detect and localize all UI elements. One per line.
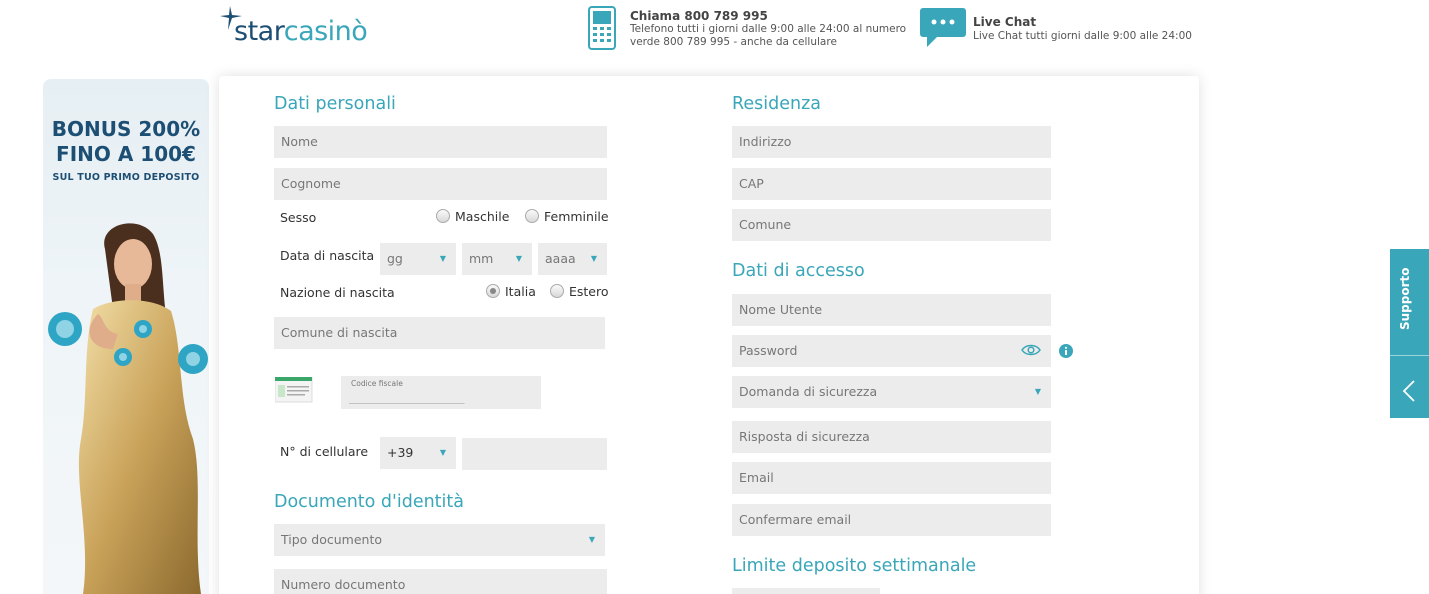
- mobile-phone-icon: [588, 6, 616, 50]
- banner-subtitle: SUL TUO PRIMO DEPOSITO: [52, 172, 200, 183]
- birth-country-abroad-radio[interactable]: [550, 284, 564, 298]
- phone-prefix-select[interactable]: +39 ▼: [380, 437, 456, 469]
- first-name-input[interactable]: Nome: [274, 126, 607, 158]
- document-type-placeholder: Tipo documento: [281, 532, 382, 547]
- birth-day-value: gg: [387, 251, 403, 266]
- birth-city-input[interactable]: Comune di nascita: [274, 317, 605, 349]
- section-title-document: Documento d'identità: [274, 492, 464, 512]
- email-placeholder: Email: [739, 470, 774, 485]
- birth-country-label: Nazione di nascita: [280, 285, 395, 300]
- section-title-personal: Dati personali: [274, 94, 396, 114]
- tax-code-input[interactable]: Codice fiscale ________________: [341, 376, 541, 409]
- tax-code-card-icon: [275, 377, 313, 403]
- birth-country-italy-label[interactable]: Italia: [505, 284, 536, 299]
- username-input[interactable]: Nome Utente: [732, 294, 1051, 326]
- birth-month-value: mm: [469, 251, 494, 266]
- section-title-access: Dati di accesso: [732, 261, 865, 281]
- document-number-input[interactable]: Numero documento: [274, 569, 607, 594]
- password-placeholder: Password: [739, 343, 798, 358]
- mobile-label: N° di cellulare: [280, 444, 369, 459]
- document-number-placeholder: Numero documento: [281, 577, 406, 592]
- address-input[interactable]: Indirizzo: [732, 126, 1051, 158]
- first-name-placeholder: Nome: [281, 134, 318, 149]
- casino-chip-icon: [48, 312, 82, 346]
- info-icon[interactable]: [1059, 344, 1073, 358]
- postal-code-placeholder: CAP: [739, 176, 764, 191]
- security-question-placeholder: Domanda di sicurezza: [739, 384, 878, 399]
- dropdown-arrow-icon: ▼: [515, 254, 522, 263]
- section-title-residence: Residenza: [732, 94, 821, 114]
- dropdown-arrow-icon: ▼: [439, 448, 446, 457]
- birth-day-select[interactable]: gg ▼: [380, 243, 456, 275]
- deposit-limit-input[interactable]: [732, 588, 880, 594]
- chat-bubble-icon: [920, 8, 966, 47]
- postal-code-input[interactable]: CAP: [732, 168, 1051, 200]
- gender-male-radio[interactable]: [436, 209, 450, 223]
- live-chat-contact[interactable]: Live Chat Live Chat tutti giorni dalle 9…: [919, 6, 1199, 50]
- dropdown-arrow-icon: ▼: [590, 254, 597, 263]
- security-question-select[interactable]: Domanda di sicurezza ▼: [732, 376, 1051, 408]
- support-label: Supporto: [1398, 267, 1412, 330]
- phone-title: Chiama 800 789 995: [630, 9, 768, 23]
- phone-description: Telefono tutti i giorni dalle 9:00 alle …: [630, 23, 907, 48]
- gender-male-label[interactable]: Maschile: [455, 209, 509, 224]
- logo-text: starcasinò: [234, 16, 368, 47]
- username-placeholder: Nome Utente: [739, 302, 823, 317]
- security-answer-placeholder: Risposta di sicurezza: [739, 429, 870, 444]
- birth-year-value: aaaa: [545, 251, 576, 266]
- phone-prefix-value: +39: [387, 445, 414, 460]
- gender-label: Sesso: [280, 210, 317, 225]
- banner-title-line2: FINO A 100€: [56, 142, 196, 166]
- birth-month-select[interactable]: mm ▼: [462, 243, 532, 275]
- birthdate-label: Data di nascita: [280, 248, 375, 263]
- tax-code-placeholder: ________________: [349, 390, 465, 404]
- birth-country-italy-radio[interactable]: [486, 284, 500, 298]
- show-password-eye-icon[interactable]: [1021, 343, 1041, 357]
- chat-title: Live Chat: [973, 15, 1037, 29]
- support-divider: [1390, 355, 1429, 356]
- dropdown-arrow-icon: ▼: [439, 254, 446, 263]
- gender-female-label[interactable]: Femminile: [544, 209, 609, 224]
- confirm-email-placeholder: Confermare email: [739, 512, 852, 527]
- chevron-left-icon[interactable]: [1402, 379, 1416, 403]
- dropdown-arrow-icon: ▼: [1034, 387, 1041, 396]
- document-type-select[interactable]: Tipo documento ▼: [274, 524, 605, 556]
- security-answer-input[interactable]: Risposta di sicurezza: [732, 421, 1051, 453]
- confirm-email-input[interactable]: Confermare email: [732, 504, 1051, 536]
- last-name-placeholder: Cognome: [281, 176, 341, 191]
- bonus-banner[interactable]: BONUS 200% FINO A 100€ SUL TUO PRIMO DEP…: [43, 79, 209, 594]
- email-input[interactable]: Email: [732, 462, 1051, 494]
- support-side-tab[interactable]: Supporto: [1390, 249, 1429, 418]
- last-name-input[interactable]: Cognome: [274, 168, 607, 200]
- address-placeholder: Indirizzo: [739, 134, 792, 149]
- mobile-number-input[interactable]: [462, 438, 607, 470]
- chat-description: Live Chat tutti giorni dalle 9:00 alle 2…: [973, 30, 1192, 42]
- section-title-deposit-limit: Limite deposito settimanale: [732, 556, 977, 576]
- dropdown-arrow-icon: ▼: [588, 535, 595, 544]
- city-placeholder: Comune: [739, 217, 792, 232]
- banner-title-line1: BONUS 200%: [51, 117, 201, 141]
- phone-contact[interactable]: Chiama 800 789 995 Telefono tutti i gior…: [588, 6, 908, 50]
- tax-code-label: Codice fiscale: [351, 379, 403, 388]
- birth-country-abroad-label[interactable]: Estero: [569, 284, 609, 299]
- password-input[interactable]: Password: [732, 335, 1051, 367]
- gender-female-radio[interactable]: [525, 209, 539, 223]
- city-input[interactable]: Comune: [732, 209, 1051, 241]
- birth-city-placeholder: Comune di nascita: [281, 325, 398, 340]
- birth-year-select[interactable]: aaaa ▼: [538, 243, 607, 275]
- woman-with-chips-illustration: [48, 223, 208, 594]
- header: starcasinò Chiama 800 789 995 Telefono t…: [0, 0, 1429, 75]
